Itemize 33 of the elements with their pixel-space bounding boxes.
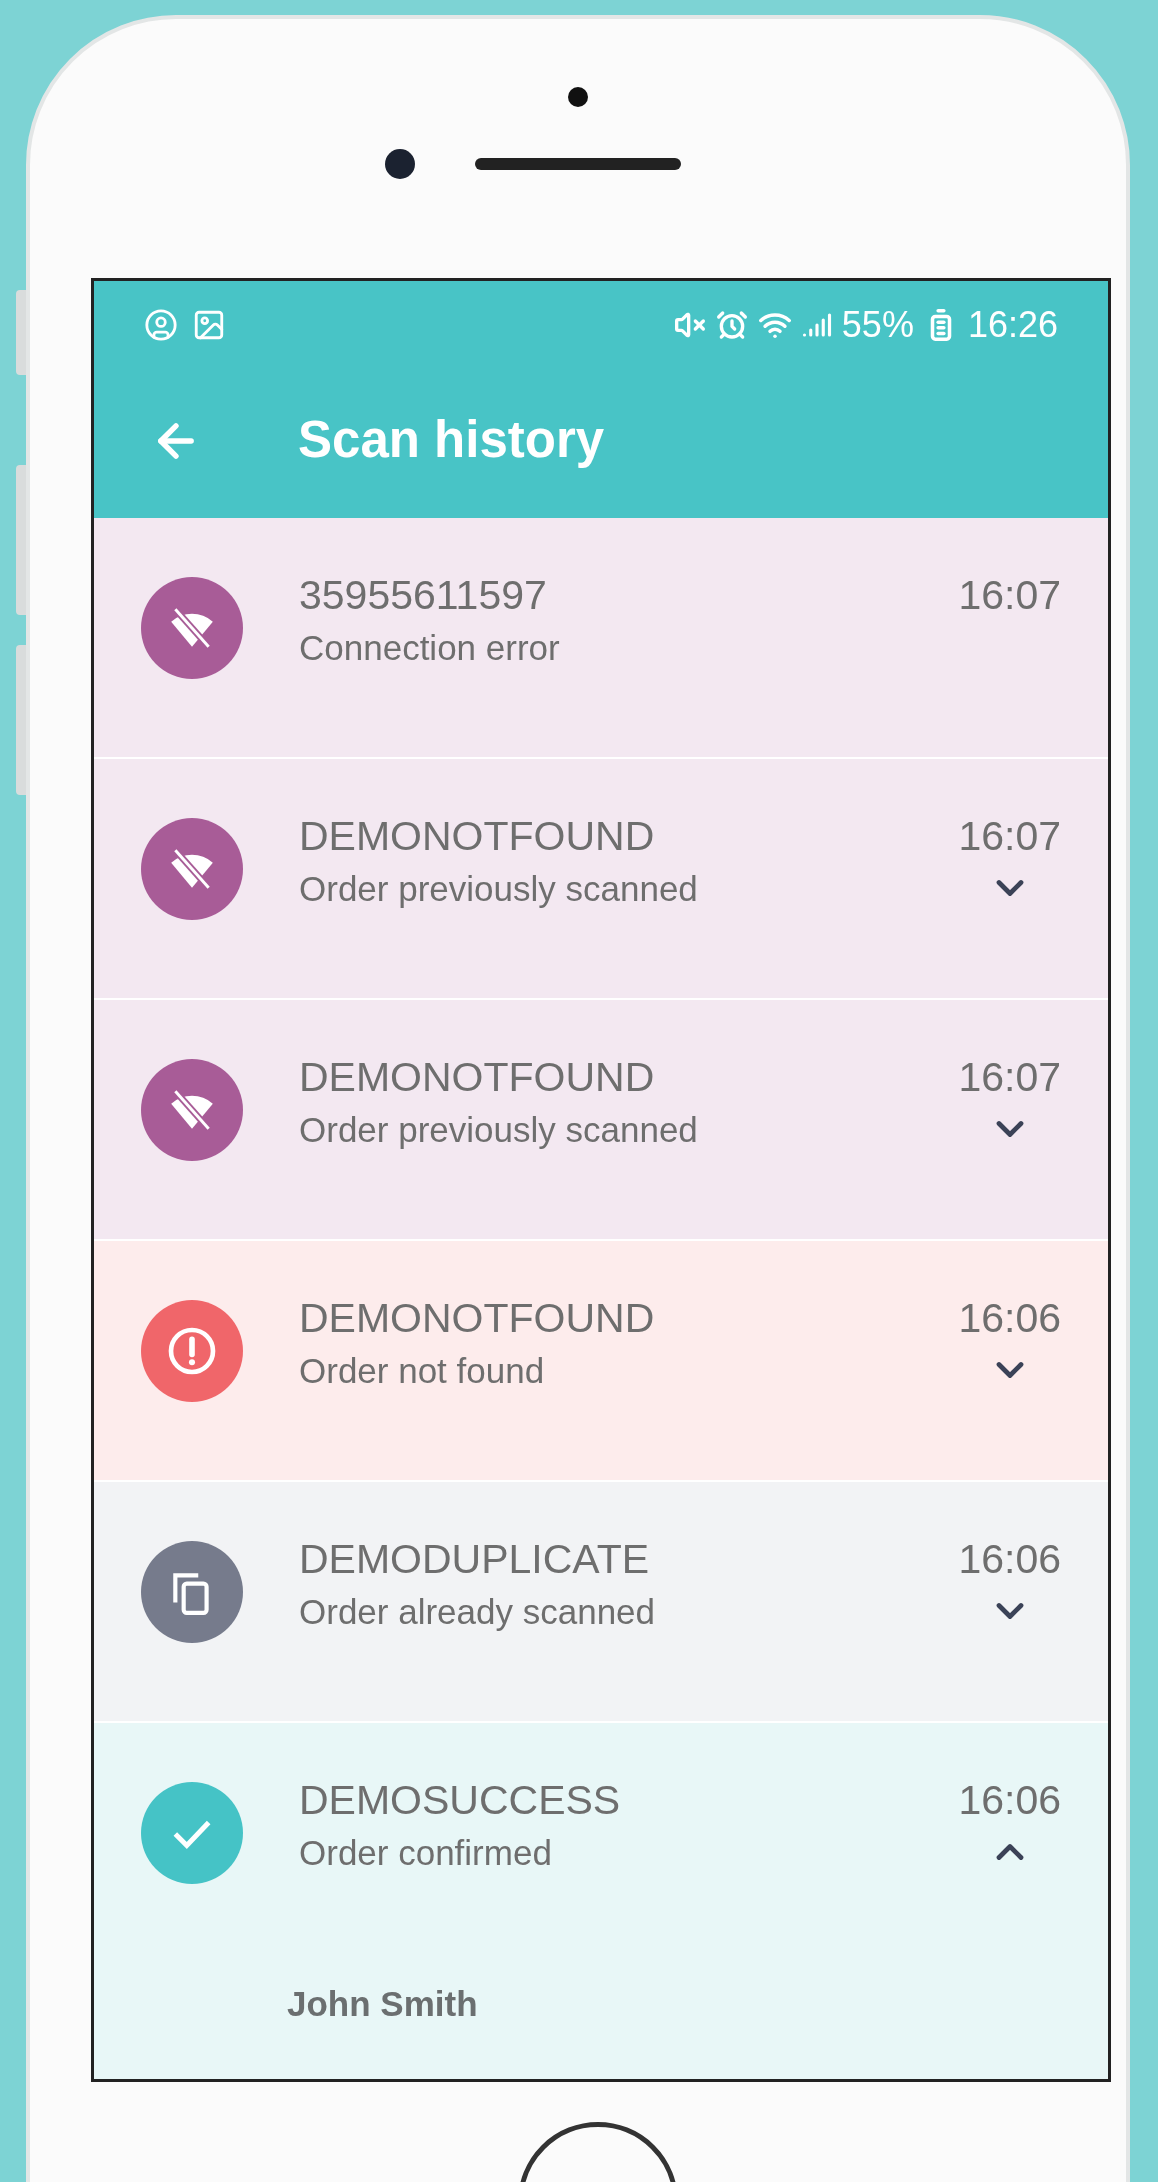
scan-time: 16:06 <box>958 1776 1061 1825</box>
alarm-icon <box>715 309 748 341</box>
account-icon <box>144 308 178 342</box>
front-camera <box>385 149 415 179</box>
scan-status: Order previously scanned <box>299 1109 699 1151</box>
clock-time: 16:26 <box>967 303 1058 347</box>
customer-name: John Smith <box>287 1983 479 2025</box>
scan-status: Connection error <box>299 627 561 669</box>
signal-icon <box>801 310 832 340</box>
scan-row[interactable]: DEMONOTFOUND Order previously scanned 16:07 <box>94 759 1108 1000</box>
scan-code: DEMODUPLICATE <box>299 1535 651 1584</box>
scan-status: Order confirmed <box>299 1832 553 1874</box>
scan-code: DEMONOTFOUND <box>299 812 656 861</box>
scan-row[interactable]: DEMONOTFOUND Order previously scanned 16:07 <box>94 1000 1108 1241</box>
scan-time: 16:07 <box>958 812 1061 861</box>
scan-row[interactable]: 35955611597 Connection error 16:07 <box>94 518 1108 759</box>
scan-time: 16:07 <box>958 571 1061 620</box>
scan-code: DEMONOTFOUND <box>299 1294 656 1343</box>
scan-row[interactable]: DEMOSUCCESS Order confirmed 16:06 John Smith <box>94 1723 1108 2079</box>
battery-percent: 55% <box>841 303 914 347</box>
scan-time: 16:06 <box>958 1535 1061 1584</box>
scan-time: 16:06 <box>958 1294 1061 1343</box>
page-title: Scan history <box>298 410 605 471</box>
scan-code: DEMONOTFOUND <box>299 1053 656 1102</box>
scan-row[interactable]: DEMONOTFOUND Order not found 16:06 <box>94 1241 1108 1482</box>
scan-code: 35955611597 <box>299 571 548 620</box>
scan-status: Order not found <box>299 1350 546 1392</box>
scan-status: Order already scanned <box>299 1591 657 1633</box>
scan-code: DEMOSUCCESS <box>299 1776 622 1825</box>
image-icon <box>192 308 226 342</box>
scan-time: 16:07 <box>958 1053 1061 1102</box>
scan-status: Order previously scanned <box>299 868 699 910</box>
scan-row[interactable]: DEMODUPLICATE Order already scanned 16:06 <box>94 1482 1108 1723</box>
